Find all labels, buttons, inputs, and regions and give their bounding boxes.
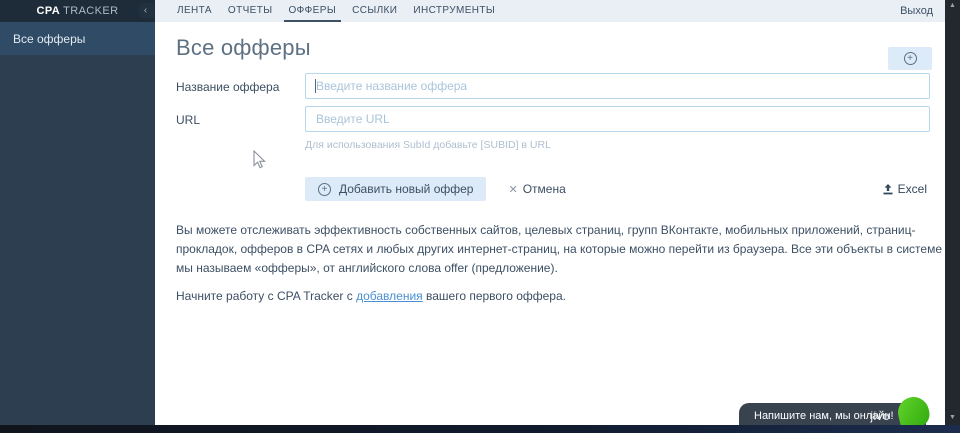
main-area: ЛЕНТА ОТЧЕТЫ ОФФЕРЫ ССЫЛКИ ИНСТРУМЕНТЫ В…	[155, 0, 945, 426]
sidebar-item-all-offers[interactable]: Все офферы	[0, 22, 155, 55]
tab-reports[interactable]: ОТЧЕТЫ	[223, 0, 278, 22]
url-input-wrap	[305, 106, 930, 132]
start-line: Начните работу с CPA Tracker с добавлени…	[176, 289, 930, 303]
plus-circle-icon: +	[318, 182, 331, 196]
sidebar: CPA TRACKER ‹ Все офферы	[0, 0, 155, 426]
excel-export-button[interactable]: Excel	[883, 182, 927, 196]
tab-links[interactable]: ССЫЛКИ	[347, 0, 402, 22]
add-offer-link[interactable]: добавления	[356, 289, 423, 303]
jivo-logo: jivo	[870, 409, 890, 423]
tab-tools[interactable]: ИНСТРУМЕНТЫ	[408, 0, 500, 22]
bottom-taskbar-strip	[0, 425, 960, 433]
app-logo: CPA TRACKER	[37, 5, 119, 17]
start-suffix: вашего первого оффера.	[422, 289, 566, 303]
tab-lenta[interactable]: ЛЕНТА	[172, 0, 217, 22]
add-offer-button[interactable]: +	[888, 47, 932, 70]
page-title: Все офферы	[176, 35, 311, 60]
logo-rest: TRACKER	[63, 5, 119, 17]
excel-label: Excel	[897, 182, 927, 196]
chevron-left-icon: ‹	[143, 5, 148, 16]
offer-name-input[interactable]	[305, 73, 930, 99]
url-label: URL	[176, 113, 201, 127]
logo-bold: CPA	[36, 5, 61, 17]
vertical-scrollbar[interactable]: ▲ ▼	[945, 0, 960, 433]
description-paragraph: Вы можете отслеживать эффективность собс…	[176, 223, 942, 275]
scroll-down-icon[interactable]: ▼	[945, 414, 960, 421]
tab-offers[interactable]: ОФФЕРЫ	[283, 0, 342, 22]
start-prefix: Начните работу с CPA Tracker с	[176, 289, 357, 303]
sidebar-item-label: Все офферы	[13, 31, 86, 46]
cancel-button[interactable]: ✕ Отмена	[508, 182, 565, 196]
url-input[interactable]	[305, 106, 930, 132]
text-caret	[315, 79, 316, 93]
offer-name-label: Название оффера	[176, 80, 280, 94]
sidebar-collapse-button[interactable]: ‹	[137, 3, 154, 18]
form-actions: + Добавить новый оффер ✕ Отмена Excel	[305, 177, 930, 201]
form-row-url: URL	[176, 106, 930, 132]
logout-link[interactable]: Выход	[900, 0, 933, 22]
close-icon: ✕	[508, 183, 518, 196]
page-content: Все офферы + Название оффера URL Для исп…	[155, 22, 945, 303]
upload-icon	[883, 183, 893, 194]
sidebar-header: CPA TRACKER ‹	[0, 0, 155, 22]
cancel-label: Отмена	[522, 182, 566, 196]
submit-label: Добавить новый оффер	[339, 182, 474, 196]
submit-offer-button[interactable]: + Добавить новый оффер	[305, 177, 487, 201]
offer-form: Название оффера URL Для использования Su…	[176, 73, 930, 201]
form-row-name: Название оффера	[176, 73, 930, 99]
plus-circle-icon: +	[903, 52, 917, 65]
top-navigation: ЛЕНТА ОТЧЕТЫ ОФФЕРЫ ССЫЛКИ ИНСТРУМЕНТЫ В…	[155, 0, 945, 22]
subid-hint: Для использования SubId добавьте [SUBID]…	[305, 139, 551, 151]
scroll-up-icon[interactable]: ▲	[945, 2, 960, 9]
offer-name-input-wrap	[305, 73, 930, 99]
